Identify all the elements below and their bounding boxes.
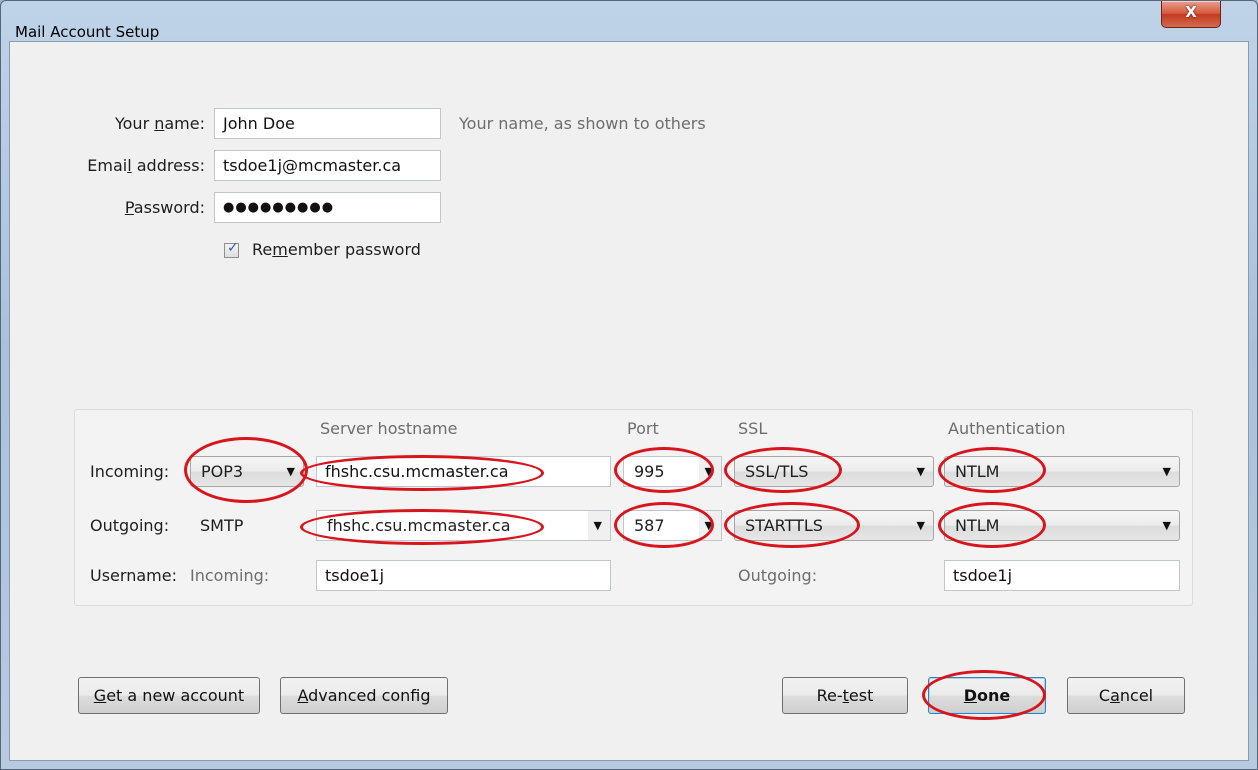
chevron-down-icon: ▼: [704, 465, 713, 478]
username-incoming-input[interactable]: tsdoe1j: [316, 560, 611, 591]
remember-password-label: Remember password: [252, 240, 421, 259]
incoming-auth-value: NTLM: [955, 462, 1000, 481]
retest-button[interactable]: Re-test: [782, 677, 908, 714]
your-name-label: Your name:: [114, 114, 205, 133]
header-port: Port: [627, 419, 659, 438]
incoming-label: Incoming:: [90, 462, 170, 481]
incoming-auth-select[interactable]: NTLM ▼: [944, 456, 1180, 487]
outgoing-ssl-select[interactable]: STARTTLS ▼: [734, 510, 934, 541]
outgoing-port-combo[interactable]: 587 ▼: [623, 510, 722, 541]
chevron-down-icon: ▼: [704, 519, 713, 532]
chevron-down-icon: ▼: [286, 465, 295, 478]
username-label: Username:: [90, 566, 177, 585]
outgoing-protocol: SMTP: [200, 516, 244, 535]
email-input[interactable]: tsdoe1j@mcmaster.ca: [214, 150, 441, 181]
username-incoming-label: Incoming:: [190, 566, 270, 585]
get-new-account-label: Get a new account: [93, 686, 245, 705]
incoming-protocol-select[interactable]: POP3 ▼: [190, 456, 304, 487]
done-button[interactable]: Done: [928, 677, 1046, 714]
chevron-down-icon: ▼: [916, 465, 925, 478]
advanced-config-button[interactable]: Advanced config: [280, 677, 448, 714]
title-bar: Mail Account Setup X: [1, 1, 1257, 41]
outgoing-auth-value: NTLM: [955, 516, 1000, 535]
cancel-label: Cancel: [1098, 686, 1154, 705]
outgoing-hostname-combo[interactable]: fhshc.csu.mcmaster.ca ▼: [316, 510, 611, 541]
close-button[interactable]: X: [1161, 1, 1221, 28]
outgoing-label: Outgoing:: [90, 516, 170, 535]
outgoing-auth-select[interactable]: NTLM ▼: [944, 510, 1180, 541]
password-input[interactable]: ●●●●●●●●●: [214, 192, 441, 223]
outgoing-hostname-value: fhshc.csu.mcmaster.ca: [327, 516, 511, 535]
header-ssl: SSL: [738, 419, 768, 438]
chevron-down-icon: ▼: [916, 519, 925, 532]
email-label: Email address:: [87, 156, 205, 175]
window-title: Mail Account Setup: [15, 23, 160, 41]
incoming-ssl-select[interactable]: SSL/TLS ▼: [734, 456, 934, 487]
dialog-body: Your name: John Doe Your name, as shown …: [9, 41, 1249, 761]
incoming-hostname-input[interactable]: fhshc.csu.mcmaster.ca: [316, 456, 611, 487]
incoming-port-combo[interactable]: 995 ▼: [623, 456, 722, 487]
outgoing-port-value: 587: [634, 516, 665, 535]
your-name-input[interactable]: John Doe: [214, 108, 441, 139]
incoming-port-value: 995: [634, 462, 665, 481]
header-server-hostname: Server hostname: [320, 419, 458, 438]
chevron-down-icon: ▼: [593, 519, 602, 532]
header-authentication: Authentication: [948, 419, 1066, 438]
your-name-hint: Your name, as shown to others: [459, 114, 706, 133]
checkmark-icon: ✓: [227, 240, 239, 256]
incoming-ssl-value: SSL/TLS: [745, 462, 809, 481]
incoming-protocol-value: POP3: [201, 462, 244, 481]
done-label: Done: [963, 686, 1011, 705]
username-outgoing-label: Outgoing:: [738, 566, 818, 585]
chevron-down-icon: ▼: [1162, 465, 1171, 478]
password-label: Password:: [124, 198, 205, 217]
close-icon: X: [1185, 3, 1197, 21]
username-outgoing-input[interactable]: tsdoe1j: [944, 560, 1180, 591]
advanced-config-label: Advanced config: [297, 686, 431, 705]
retest-label: Re-test: [816, 686, 874, 705]
cancel-button[interactable]: Cancel: [1067, 677, 1185, 714]
remember-password-checkbox[interactable]: ✓: [224, 240, 239, 258]
mail-setup-window: Mail Account Setup X Your name: John Doe…: [0, 0, 1258, 770]
chevron-down-icon: ▼: [1162, 519, 1171, 532]
get-new-account-button[interactable]: Get a new account: [78, 677, 260, 714]
outgoing-ssl-value: STARTTLS: [745, 516, 823, 535]
